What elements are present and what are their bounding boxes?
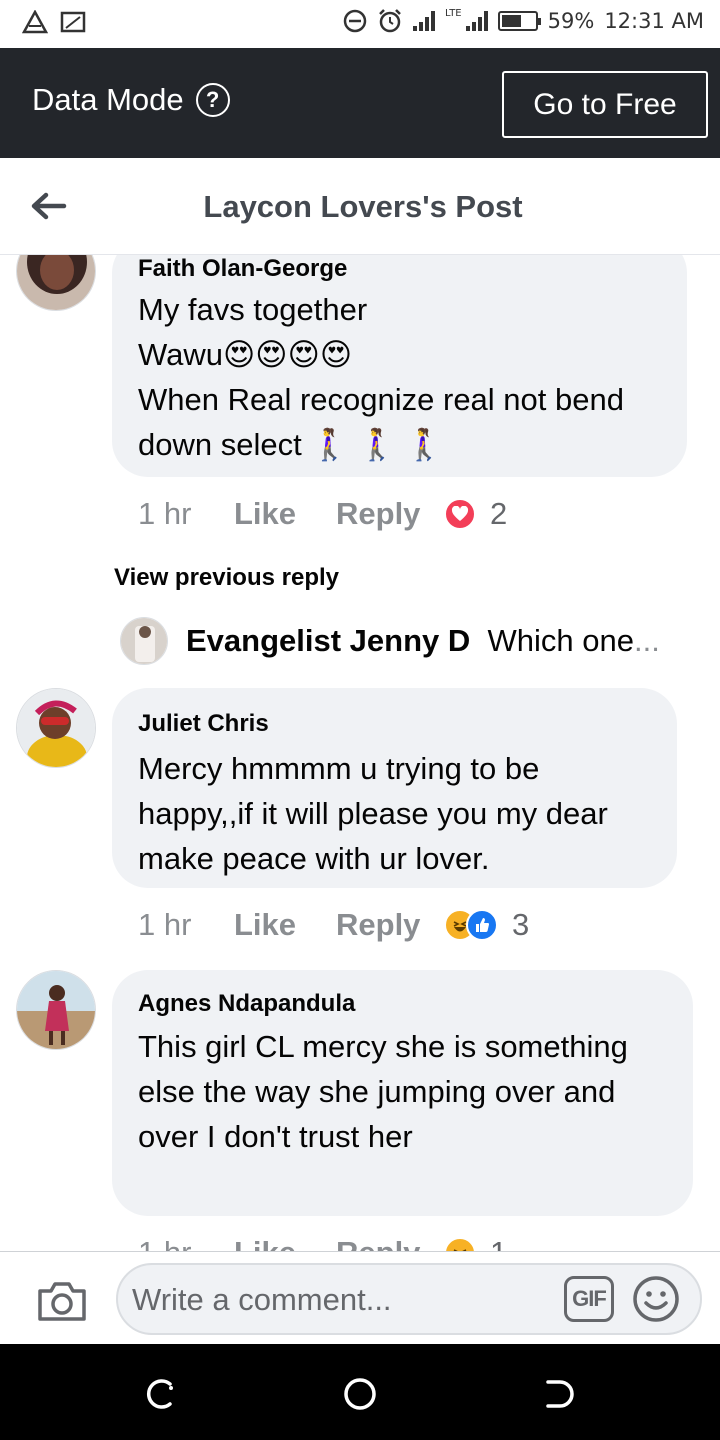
comments-feed[interactable]: Faith Olan-George My favs together Wawu😍… xyxy=(0,255,720,1251)
signal-icon xyxy=(413,11,435,31)
reply-button[interactable]: Reply xyxy=(336,1235,444,1251)
avatar[interactable] xyxy=(16,970,96,1050)
avatar[interactable] xyxy=(16,255,96,311)
home-icon[interactable] xyxy=(340,1374,380,1414)
clock: 12:31 AM xyxy=(604,9,704,33)
comment-bubble[interactable]: Faith Olan-George My favs together Wawu😍… xyxy=(112,255,687,477)
like-button[interactable]: Like xyxy=(234,496,336,532)
comment-actions: 1 hr Like Reply 1 xyxy=(138,1235,507,1251)
photo-icon xyxy=(60,11,86,33)
comment-author[interactable]: Agnes Ndapandula xyxy=(138,990,667,1018)
comment-author[interactable]: Juliet Chris xyxy=(138,710,651,738)
reply-button[interactable]: Reply xyxy=(336,496,444,532)
data-mode-label: Data Mode xyxy=(32,82,184,117)
like-button[interactable]: Like xyxy=(234,907,336,943)
comment-bubble[interactable]: Agnes Ndapandula This girl CL mercy she … xyxy=(112,970,693,1216)
comment-actions: 1 hr Like Reply 2 xyxy=(138,496,507,532)
comment-input[interactable]: Write a comment... GIF xyxy=(116,1263,702,1335)
gif-button[interactable]: GIF xyxy=(564,1276,614,1322)
camera-icon[interactable] xyxy=(36,1279,88,1323)
like-reaction-icon xyxy=(466,909,498,941)
do-not-disturb-icon xyxy=(343,9,367,33)
view-previous-reply-link[interactable]: View previous reply xyxy=(114,564,339,592)
system-navigation-bar xyxy=(0,1344,720,1440)
data-mode-bar: Data Mode ? Go to Free xyxy=(0,48,720,158)
avatar[interactable] xyxy=(16,688,96,768)
comment-bubble[interactable]: Juliet Chris Mercy hmmmm u trying to be … xyxy=(112,688,677,888)
help-icon[interactable]: ? xyxy=(195,83,230,117)
reply-snippet: Which one xyxy=(487,623,634,658)
go-to-free-button[interactable]: Go to Free xyxy=(502,71,708,138)
like-button[interactable]: Like xyxy=(234,1235,336,1251)
warning-triangle-icon xyxy=(22,10,48,34)
comment-composer: Write a comment... GIF xyxy=(0,1251,720,1344)
emoji-icon[interactable] xyxy=(632,1275,680,1323)
comment-author[interactable]: Faith Olan-George xyxy=(138,255,661,283)
comment-text: Mercy hmmmm u trying to be happy,,if it … xyxy=(138,751,608,876)
comment-time[interactable]: 1 hr xyxy=(138,1235,234,1251)
recent-apps-icon[interactable] xyxy=(140,1374,180,1414)
reply-preview[interactable]: Evangelist Jenny D Which one... xyxy=(120,617,660,665)
comment-input-placeholder: Write a comment... xyxy=(132,1282,392,1317)
reaction-count[interactable]: 2 xyxy=(490,496,507,532)
haha-reaction-icon[interactable] xyxy=(444,1237,476,1251)
comment-actions: 1 hr Like Reply 3 xyxy=(138,907,529,943)
page-title: Laycon Lovers's Post xyxy=(203,189,523,224)
battery-icon xyxy=(497,11,541,31)
reaction-count[interactable]: 1 xyxy=(490,1235,507,1251)
comment-text: This girl CL mercy she is something else… xyxy=(138,1029,628,1154)
reply-ellipsis: ... xyxy=(633,623,660,658)
comment-time[interactable]: 1 hr xyxy=(138,496,234,532)
reply-author: Evangelist Jenny D xyxy=(186,623,471,658)
reply-button[interactable]: Reply xyxy=(336,907,444,943)
signal-icon-2 xyxy=(465,11,488,31)
reactions-summary[interactable] xyxy=(444,909,498,941)
reaction-count[interactable]: 3 xyxy=(512,907,529,943)
data-mode-toggle[interactable]: Data Mode ? xyxy=(32,82,230,118)
love-reaction-icon[interactable] xyxy=(444,498,476,530)
comment-text: My favs together Wawu😍😍😍😍 When Real reco… xyxy=(138,292,624,462)
battery-percent: 59% xyxy=(547,9,595,33)
back-icon[interactable] xyxy=(540,1374,580,1414)
lte-label: LTE xyxy=(445,7,462,19)
status-bar: LTE 59% 12:31 AM xyxy=(0,0,720,48)
comment-time[interactable]: 1 hr xyxy=(138,907,234,943)
post-header: Laycon Lovers's Post xyxy=(0,158,720,255)
avatar[interactable] xyxy=(120,617,168,665)
alarm-icon xyxy=(379,9,401,33)
